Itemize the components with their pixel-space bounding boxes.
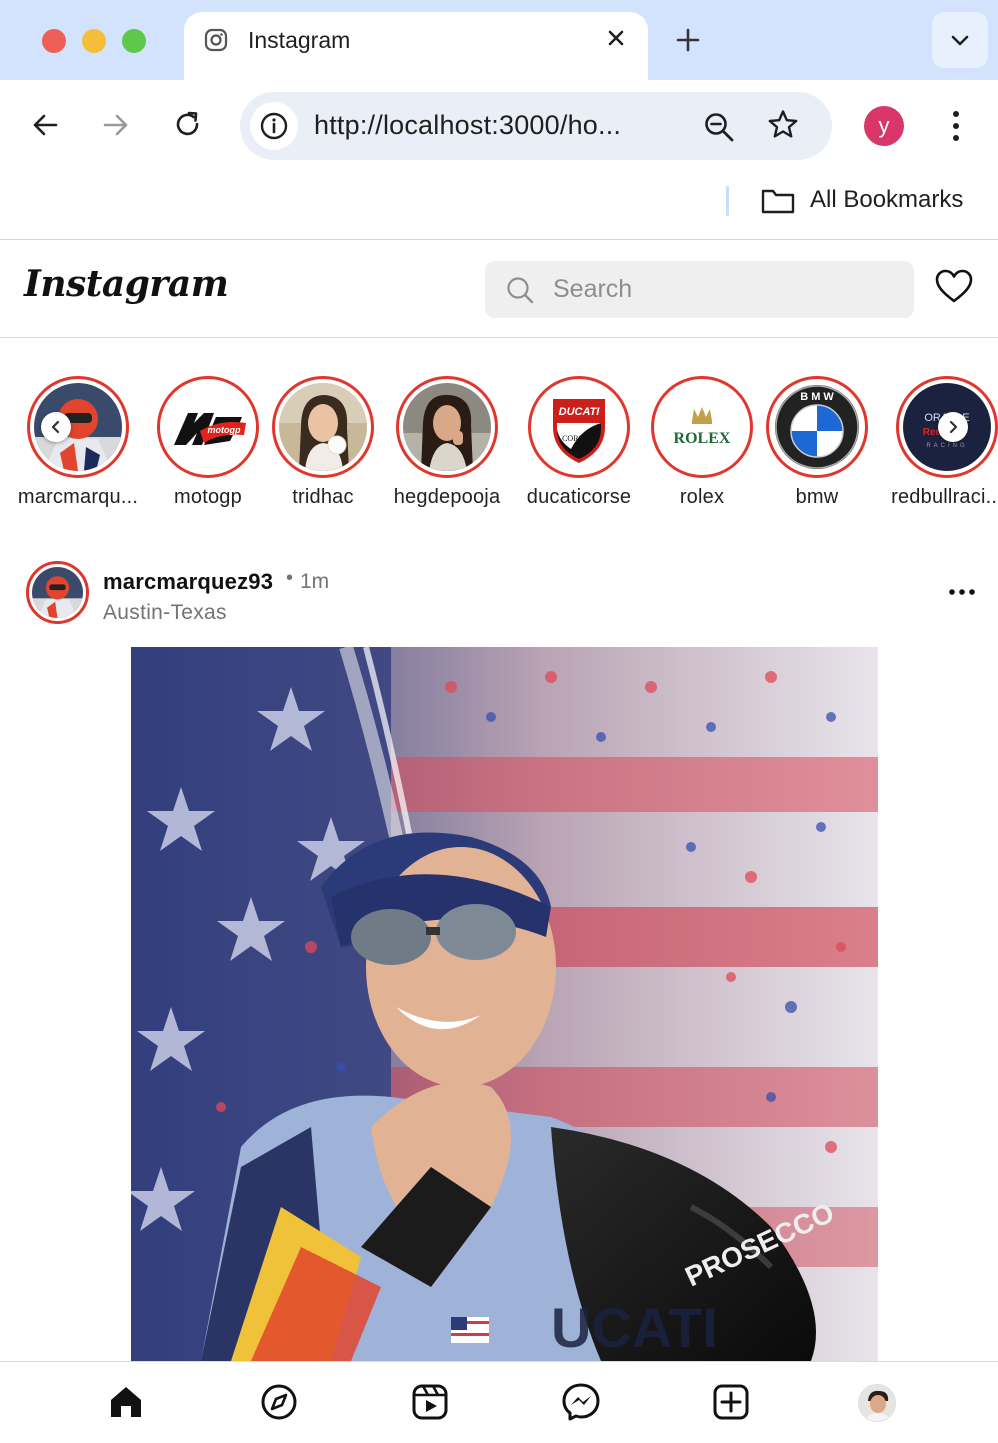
search-box[interactable] xyxy=(485,261,914,318)
search-input[interactable] xyxy=(553,261,893,318)
browser-toolbar: http://localhost:3000/ho... y xyxy=(0,80,998,172)
bmw-logo-icon: B M W xyxy=(773,383,861,471)
instagram-logo[interactable]: Instagram xyxy=(24,263,229,305)
messenger-icon xyxy=(562,1383,600,1421)
story-ring xyxy=(396,376,498,478)
svg-text:UCATI: UCATI xyxy=(551,1296,718,1359)
story-ring: motogp xyxy=(157,376,259,478)
svg-text:ROLEX: ROLEX xyxy=(674,430,731,447)
nav-home[interactable] xyxy=(106,1382,146,1422)
new-tab-icon[interactable] xyxy=(674,26,702,54)
close-tab-icon[interactable] xyxy=(602,24,630,52)
create-icon xyxy=(713,1384,749,1420)
svg-text:CORSE: CORSE xyxy=(562,434,588,443)
bookmark-star-icon[interactable] xyxy=(766,108,800,142)
story-item[interactable]: tridhac xyxy=(258,376,388,516)
svg-text:B M W: B M W xyxy=(800,391,834,403)
stories-prev-button[interactable] xyxy=(41,412,71,442)
site-info-button[interactable] xyxy=(250,102,298,150)
story-ring: ROLEX xyxy=(651,376,753,478)
svg-text:RACING: RACING xyxy=(926,443,967,449)
story-item[interactable]: hegdepooja xyxy=(382,376,512,516)
post-header: marcmarquez93 • 1m Austin-Texas xyxy=(0,558,998,638)
story-avatar xyxy=(279,383,367,471)
address-bar[interactable]: http://localhost:3000/ho... xyxy=(240,92,832,160)
nav-create[interactable] xyxy=(711,1382,751,1422)
browser-tab-strip: Instagram xyxy=(0,0,998,80)
reload-icon xyxy=(176,111,199,136)
story-item[interactable]: DUCATI CORSE ducaticorse xyxy=(514,376,644,516)
nav-messenger[interactable] xyxy=(561,1382,601,1422)
svg-text:motogp: motogp xyxy=(208,425,241,435)
arrow-right-icon xyxy=(103,114,128,136)
bookmarks-divider xyxy=(726,186,729,216)
story-label: redbullraci... xyxy=(891,486,998,508)
nav-profile-avatar[interactable] xyxy=(858,1384,896,1422)
post-avatar xyxy=(32,567,83,618)
url-text[interactable]: http://localhost:3000/ho... xyxy=(314,110,621,141)
back-button[interactable] xyxy=(28,108,62,142)
story-label: bmw xyxy=(795,486,839,508)
chevron-left-icon xyxy=(51,420,60,434)
browser-profile-avatar[interactable]: y xyxy=(864,106,904,146)
minimize-window-button[interactable] xyxy=(82,29,106,53)
story-item[interactable]: ROLEX rolex xyxy=(637,376,767,516)
story-label: motogp xyxy=(174,486,242,508)
post-image[interactable]: PROSECCO UCATI xyxy=(131,647,878,1361)
post-username[interactable]: marcmarquez93 xyxy=(103,569,273,595)
motogp-logo-icon: motogp xyxy=(164,383,252,471)
rolex-logo-icon: ROLEX xyxy=(658,383,746,471)
stories-tray: marcmarqu... motogp motogp tridhac hegde… xyxy=(0,338,998,528)
chevron-right-icon xyxy=(949,420,958,434)
info-icon xyxy=(260,112,288,140)
reels-icon xyxy=(412,1384,448,1420)
explore-icon xyxy=(261,1384,297,1420)
story-item[interactable]: motogp motogp xyxy=(143,376,273,516)
chevron-down-icon xyxy=(951,35,969,46)
folder-icon[interactable] xyxy=(760,186,796,216)
zoom-out-icon[interactable] xyxy=(702,110,736,144)
story-ring: B M W xyxy=(766,376,868,478)
story-label: rolex xyxy=(679,486,725,508)
bottom-navigation xyxy=(0,1361,998,1443)
home-icon xyxy=(111,1387,141,1417)
story-label: marcmarqu... xyxy=(17,486,139,508)
story-item[interactable]: ORACLE Red Bull RACING redbullraci... xyxy=(882,376,998,516)
story-label: hegdepooja xyxy=(393,486,501,508)
tab-search-button[interactable] xyxy=(932,12,988,68)
instagram-favicon-icon xyxy=(204,28,228,52)
more-options-icon[interactable] xyxy=(946,584,978,600)
more-vert-icon[interactable] xyxy=(942,108,970,144)
story-ring xyxy=(272,376,374,478)
stories-next-button[interactable] xyxy=(938,412,968,442)
story-ring: DUCATI CORSE xyxy=(528,376,630,478)
bookmarks-bar: All Bookmarks xyxy=(0,172,998,240)
post-separator: • xyxy=(286,567,294,589)
nav-explore[interactable] xyxy=(259,1382,299,1422)
all-bookmarks-link[interactable]: All Bookmarks xyxy=(810,186,963,214)
story-label: tridhac xyxy=(292,486,354,508)
browser-tab-instagram[interactable]: Instagram xyxy=(184,12,648,80)
story-avatar xyxy=(403,383,491,471)
post-location[interactable]: Austin-Texas xyxy=(103,601,227,625)
instagram-header: Instagram xyxy=(0,241,998,338)
arrow-left-icon xyxy=(33,114,58,136)
story-label: ducaticorse xyxy=(526,486,632,508)
close-window-button[interactable] xyxy=(42,29,66,53)
svg-text:DUCATI: DUCATI xyxy=(559,406,601,418)
post-avatar-ring[interactable] xyxy=(26,561,89,624)
nav-reels[interactable] xyxy=(410,1382,450,1422)
search-icon xyxy=(507,277,534,304)
notifications-heart-icon[interactable] xyxy=(934,267,974,307)
forward-button[interactable] xyxy=(99,108,133,142)
maximize-window-button[interactable] xyxy=(122,29,146,53)
reload-button[interactable] xyxy=(171,108,205,142)
post-timestamp: 1m xyxy=(300,570,330,593)
story-item[interactable]: B M W bmw xyxy=(752,376,882,516)
tab-title: Instagram xyxy=(248,27,351,53)
story-item[interactable]: marcmarqu... xyxy=(13,376,143,516)
ducati-logo-icon: DUCATI CORSE xyxy=(535,383,623,471)
